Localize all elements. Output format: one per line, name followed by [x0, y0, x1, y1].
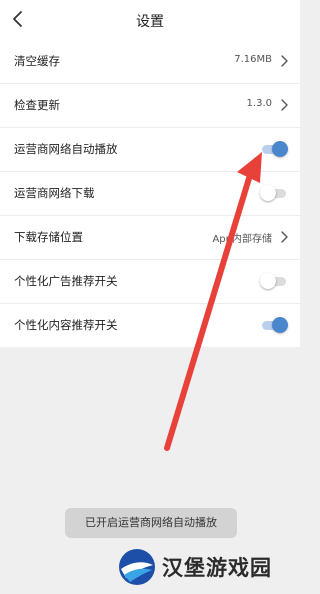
title-bar: 设置 [0, 0, 300, 40]
toggle-knob [272, 141, 288, 157]
setting-label: 清空缓存 [14, 54, 60, 68]
cellular-autoplay-toggle[interactable] [260, 141, 288, 157]
setting-personalized-content: 个性化内容推荐开关 [0, 304, 300, 347]
setting-label: 运营商网络下载 [14, 186, 95, 200]
settings-list: 清空缓存 7.16MB 检查更新 1.3.0 运营商网络自动播放 运营商网络下载… [0, 40, 300, 347]
setting-download-location[interactable]: 下载存储位置 App内部存储 [0, 216, 300, 260]
setting-clear-cache[interactable]: 清空缓存 7.16MB [0, 40, 300, 84]
cache-size-value: 7.16MB [234, 54, 272, 65]
watermark-logo-icon [119, 549, 155, 585]
setting-label: 下载存储位置 [14, 230, 83, 244]
setting-check-update[interactable]: 检查更新 1.3.0 [0, 84, 300, 128]
version-value: 1.3.0 [246, 98, 272, 109]
personalized-ads-toggle[interactable] [260, 273, 288, 289]
toggle-knob [272, 317, 288, 333]
chevron-right-icon [281, 231, 288, 243]
page-title: 设置 [136, 14, 164, 30]
setting-label: 检查更新 [14, 98, 60, 112]
setting-personalized-ads: 个性化广告推荐开关 [0, 260, 300, 304]
setting-cellular-download: 运营商网络下载 [0, 172, 300, 216]
watermark: 汉堡游戏园 [118, 546, 298, 590]
watermark-text: 汉堡游戏园 [162, 556, 272, 580]
setting-label: 个性化广告推荐开关 [14, 274, 118, 288]
storage-location-value: App内部存储 [212, 234, 272, 245]
toggle-knob [260, 185, 276, 201]
cellular-download-toggle[interactable] [260, 185, 288, 201]
setting-label: 运营商网络自动播放 [14, 142, 118, 156]
setting-cellular-autoplay: 运营商网络自动播放 [0, 128, 300, 172]
chevron-right-icon [281, 55, 288, 67]
toggle-knob [260, 273, 276, 289]
chevron-right-icon [281, 99, 288, 111]
personalized-content-toggle[interactable] [260, 317, 288, 333]
setting-label: 个性化内容推荐开关 [14, 318, 118, 332]
toast-message: 已开启运营商网络自动播放 [65, 508, 237, 538]
